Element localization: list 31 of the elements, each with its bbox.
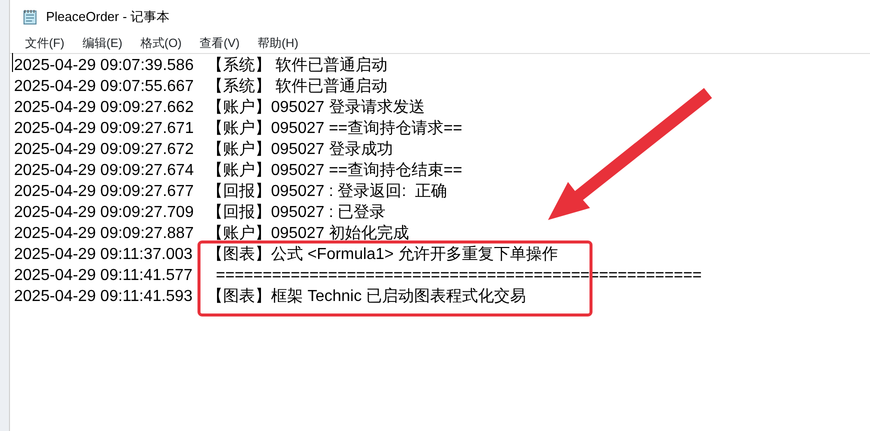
log-timestamp: 2025-04-29 09:09:27.887 [14,224,195,244]
log-message: 【账户】095027 登录成功 [207,141,393,158]
menu-item[interactable]: 查看(V) [190,34,249,52]
log-timestamp: 2025-04-29 09:09:27.672 [14,140,195,160]
log-message: 【系统】 软件已普通启动 [207,57,388,74]
text-cursor [12,53,13,72]
log-message: 【账户】095027 登录请求发送 [207,99,425,116]
notepad-icon [22,8,38,24]
log-timestamp: 2025-04-29 09:09:27.674 [14,161,195,181]
log-message: 【图表】框架 Technic 已启动图表程式化交易 [207,288,526,305]
log-message: 【账户】095027 初始化完成 [207,225,409,242]
log-timestamp: 2025-04-29 09:09:27.662 [14,98,195,118]
log-timestamp: 2025-04-29 09:07:39.586 [14,56,195,76]
log-timestamp: 2025-04-29 09:11:41.593 [14,287,194,307]
log-message: 【图表】公式 <Formula1> 允许开多重复下单操作 [207,246,558,263]
log-timestamp: 2025-04-29 09:09:27.671 [14,119,195,139]
log-message: 【账户】095027 ==查询持仓请求== [207,120,462,137]
menu-item[interactable]: 文件(F) [16,34,74,52]
log-message: 【系统】 软件已普通启动 [207,78,388,95]
log-message: 【回报】095027 : 已登录 [207,204,386,221]
log-timestamp: 2025-04-29 09:09:27.709 [14,203,195,223]
log-message: 【回报】095027 : 登录返回: 正确 [207,183,448,200]
log-timestamp: 2025-04-29 09:09:27.677 [14,182,195,202]
menu-item[interactable]: 格式(O) [131,34,191,52]
menu-item[interactable]: 帮助(H) [248,34,308,52]
log-timestamp: 2025-04-29 09:11:37.003 [14,245,194,265]
log-timestamp: 2025-04-29 09:07:55.667 [14,77,195,97]
menu-item[interactable]: 编辑(E) [73,34,132,52]
log-timestamp: 2025-04-29 09:11:41.577 [14,266,194,286]
window-title: PleaceOrder - 记事本 [46,8,170,26]
log-message: 【账户】095027 ==查询持仓结束== [207,162,462,179]
